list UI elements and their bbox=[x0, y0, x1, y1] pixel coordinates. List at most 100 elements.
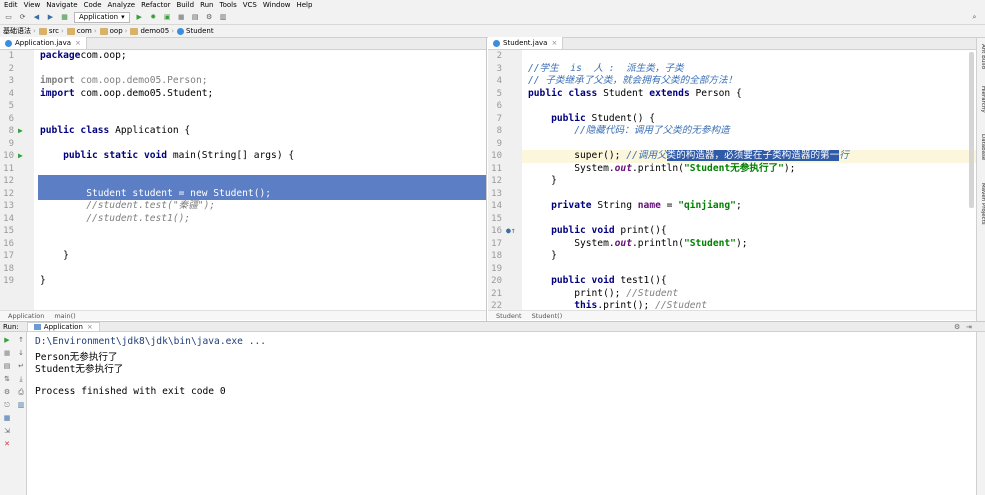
code-line: import com.oop.demo05.Student; bbox=[40, 88, 213, 101]
tab-application-java[interactable]: Application.java × bbox=[0, 37, 87, 49]
menu-item-vcs[interactable]: VCS bbox=[243, 1, 257, 9]
nav-crumb-com[interactable]: com bbox=[66, 27, 92, 35]
nav-crumb-demo05[interactable]: demo05 bbox=[130, 27, 169, 35]
forward-icon[interactable]: ▶ bbox=[46, 13, 55, 22]
close-icon[interactable]: × bbox=[87, 323, 93, 331]
breadcrumb-method[interactable]: main() bbox=[54, 312, 75, 320]
print-icon[interactable]: ⎙ bbox=[17, 388, 25, 396]
tab-run-application[interactable]: Application × bbox=[26, 321, 100, 332]
code-token: name bbox=[637, 200, 661, 211]
tab-label: Application.java bbox=[15, 39, 72, 47]
menu-item-edit[interactable]: Edit bbox=[4, 1, 18, 9]
breadcrumb-class[interactable]: Application bbox=[8, 312, 44, 320]
search-everywhere-icon[interactable]: ⌕ bbox=[970, 13, 979, 22]
code-line: this.print(); //Student bbox=[528, 300, 707, 310]
debug-icon[interactable]: ✹ bbox=[149, 13, 158, 22]
menu-item-run[interactable]: Run bbox=[200, 1, 213, 9]
code-token: import bbox=[40, 87, 75, 99]
line-number: 6 bbox=[496, 101, 502, 111]
code-token: System. bbox=[528, 162, 615, 174]
hide-icon[interactable]: ⇥ bbox=[966, 323, 972, 331]
back-icon[interactable]: ◀ bbox=[32, 13, 41, 22]
stop-icon[interactable]: ■ bbox=[177, 13, 186, 22]
code-line: } bbox=[528, 250, 557, 263]
code-token: String bbox=[591, 200, 638, 211]
gear-icon[interactable]: ⚙ bbox=[954, 323, 960, 331]
code-token: out bbox=[614, 162, 632, 174]
menu-item-view[interactable]: View bbox=[24, 1, 41, 9]
run-config-select[interactable]: Application ▾ bbox=[74, 11, 130, 23]
coverage-icon[interactable]: ▣ bbox=[163, 13, 172, 22]
right-code-area[interactable]: 2 3 //学生 is 人 : 派生类，子类 4 // 子类继承了父类，就会拥有父类的全… bbox=[488, 50, 976, 310]
exit-icon[interactable]: ⎋ bbox=[3, 401, 11, 409]
pin-icon[interactable]: ⇅ bbox=[3, 375, 11, 383]
settings-icon[interactable]: ⚙ bbox=[3, 388, 11, 396]
breadcrumb-method[interactable]: Student() bbox=[532, 312, 563, 320]
tool-ant-build[interactable]: Ant Build bbox=[977, 44, 985, 69]
left-code-area[interactable]: 1 packagecom.oop; 2 3 import com.oop.demo05.… bbox=[0, 50, 486, 310]
close-icon[interactable]: ✕ bbox=[3, 440, 11, 448]
nav-separator: › bbox=[61, 27, 64, 35]
restore-layout-icon[interactable]: ▤ bbox=[3, 362, 11, 370]
tool-hierarchy[interactable]: Hierarchy bbox=[977, 86, 985, 113]
scrollbar[interactable] bbox=[969, 52, 974, 208]
nav-crumb-oop[interactable]: oop bbox=[99, 27, 123, 35]
tool-database[interactable]: Database bbox=[977, 134, 985, 160]
run-class-icon[interactable]: ▶ bbox=[18, 125, 23, 138]
line-number: 14 bbox=[491, 201, 502, 211]
menu-item-code[interactable]: Code bbox=[84, 1, 102, 9]
layout-icon[interactable]: ▦ bbox=[3, 414, 11, 422]
class-icon bbox=[493, 39, 500, 47]
console-line: Student无参执行了 bbox=[35, 364, 124, 375]
code-token: = bbox=[660, 200, 679, 211]
code-token: //Student bbox=[655, 300, 708, 310]
menu-item-help[interactable]: Help bbox=[296, 1, 312, 9]
trash-icon[interactable]: ▥ bbox=[17, 401, 25, 409]
close-icon[interactable]: × bbox=[75, 39, 81, 47]
close-icon[interactable]: × bbox=[551, 39, 557, 47]
menu-item-refactor[interactable]: Refactor bbox=[141, 1, 170, 9]
line-number: 12 bbox=[3, 188, 14, 199]
build-icon[interactable]: ▦ bbox=[60, 13, 69, 22]
project-structure-icon[interactable]: ▤ bbox=[191, 13, 200, 22]
menu-item-build[interactable]: Build bbox=[176, 1, 194, 9]
nav-crumb-src[interactable]: src bbox=[38, 27, 59, 35]
menu-item-tools[interactable]: Tools bbox=[220, 1, 237, 9]
run-icon[interactable]: ▶ bbox=[135, 13, 144, 22]
tab-student-java[interactable]: Student.java × bbox=[488, 37, 564, 49]
code-token: public class bbox=[528, 87, 598, 99]
code-token: "qinjiang" bbox=[678, 200, 736, 211]
code-token: test1(){ bbox=[614, 275, 667, 286]
line-number: 9 bbox=[8, 138, 14, 149]
right-editor-pane: Student.java × 2 3 //学生 is 人 : 派生类，子类 4 // 子类… bbox=[488, 37, 976, 321]
override-marker-icon[interactable]: ●↑ bbox=[506, 225, 516, 238]
scroll-end-icon[interactable]: ⤓ bbox=[17, 375, 25, 383]
tool-maven-projects[interactable]: Maven Projects bbox=[977, 183, 985, 225]
stop-icon[interactable]: ■ bbox=[3, 349, 11, 357]
sync-icon[interactable]: ⟳ bbox=[18, 13, 27, 22]
line-number: 5 bbox=[8, 101, 14, 111]
soft-wrap-icon[interactable]: ↵ bbox=[17, 362, 25, 370]
right-editor-tabs: Student.java × bbox=[488, 37, 976, 50]
nav-crumb-student[interactable]: Student bbox=[177, 27, 214, 35]
sdk-icon[interactable]: ▥ bbox=[219, 13, 228, 22]
rerun-icon[interactable]: ▶ bbox=[3, 336, 11, 344]
open-icon[interactable]: ▭ bbox=[4, 13, 13, 22]
code-token: .print(); bbox=[597, 300, 656, 310]
settings-icon[interactable]: ⚙ bbox=[205, 13, 214, 22]
menu-item-window[interactable]: Window bbox=[263, 1, 291, 9]
nav-project[interactable]: 基础语法 bbox=[3, 26, 31, 36]
console-output[interactable]: D:\Environment\jdk8\jdk\bin\java.exe ...… bbox=[28, 332, 985, 495]
pin-tab-icon[interactable]: ⇲ bbox=[3, 427, 11, 435]
menu-item-analyze[interactable]: Analyze bbox=[108, 1, 136, 9]
scroll-down-icon[interactable]: ↓ bbox=[17, 349, 25, 357]
right-editor-breadcrumb: Student Student() bbox=[488, 310, 976, 320]
scroll-up-icon[interactable]: ↑ bbox=[17, 336, 25, 344]
code-line: } bbox=[528, 175, 557, 188]
line-number: 11 bbox=[3, 163, 14, 174]
nav-separator: › bbox=[171, 27, 175, 35]
run-method-icon[interactable]: ▶ bbox=[18, 150, 23, 163]
code-token: ); bbox=[735, 237, 748, 249]
breadcrumb-class[interactable]: Student bbox=[496, 312, 522, 320]
menu-item-navigate[interactable]: Navigate bbox=[46, 1, 77, 9]
